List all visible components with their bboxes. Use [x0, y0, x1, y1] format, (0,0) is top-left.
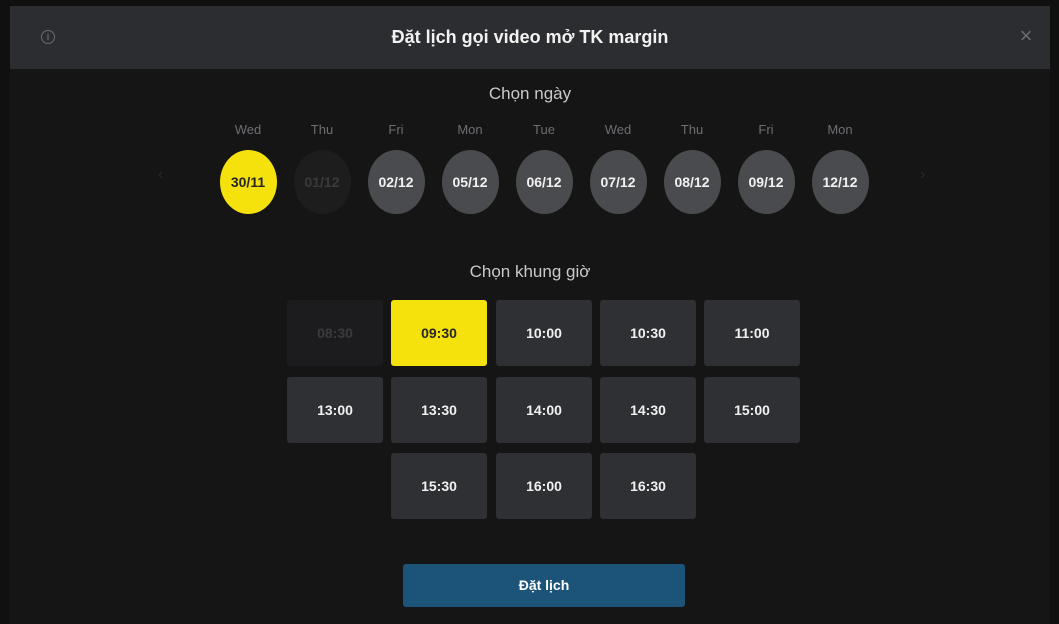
day-date-button[interactable]: 06/12 — [515, 150, 573, 214]
day-item[interactable]: Wed 07/12 — [588, 120, 648, 214]
day-date-button: 01/12 — [293, 150, 351, 214]
day-weekday: Mon — [457, 122, 483, 137]
date-section-title: Chọn ngày — [488, 84, 572, 103]
day-date-button[interactable]: 08/12 — [663, 150, 721, 214]
modal-title: Đặt lịch gọi video mở TK margin — [391, 27, 669, 47]
day-weekday: Thu — [310, 122, 334, 137]
chevron-left-icon[interactable]: ‹ — [158, 166, 163, 184]
time-slot-button: 08:30 — [287, 300, 383, 366]
day-date-button[interactable]: 12/12 — [811, 150, 869, 214]
day-item[interactable]: Mon 05/12 — [440, 120, 500, 214]
day-item[interactable]: Mon 12/12 — [810, 120, 870, 214]
day-weekday: Wed — [234, 122, 262, 137]
time-slot-button[interactable]: 10:00 — [496, 300, 592, 366]
chevron-right-icon[interactable]: › — [920, 166, 925, 184]
time-slot-button[interactable]: 16:00 — [496, 453, 592, 519]
time-slot-button[interactable]: 14:00 — [496, 377, 592, 443]
day-date-button[interactable]: 30/11 — [219, 150, 277, 214]
day-date-button[interactable]: 02/12 — [367, 150, 425, 214]
day-weekday: Mon — [827, 122, 853, 137]
day-item[interactable]: Fri 09/12 — [736, 120, 796, 214]
day-weekday: Fri — [388, 122, 404, 137]
book-appointment-button[interactable]: Đặt lịch — [403, 564, 685, 607]
day-weekday: Wed — [604, 122, 632, 137]
time-section-title: Chọn khung giờ — [469, 262, 591, 281]
day-item[interactable]: Wed 30/11 — [218, 120, 278, 214]
time-slot-button[interactable]: 15:30 — [391, 453, 487, 519]
day-date-button[interactable]: 07/12 — [589, 150, 647, 214]
day-item: Thu 01/12 — [292, 120, 352, 214]
time-slot-button[interactable]: 13:30 — [391, 377, 487, 443]
time-slot-button[interactable]: 11:00 — [704, 300, 800, 366]
day-weekday: Thu — [680, 122, 704, 137]
time-slot-button[interactable]: 16:30 — [600, 453, 696, 519]
day-weekday: Fri — [758, 122, 774, 137]
time-slot-button[interactable]: 13:00 — [287, 377, 383, 443]
time-slot-button[interactable]: 10:30 — [600, 300, 696, 366]
close-icon[interactable]: × — [1016, 25, 1036, 47]
time-slot-button[interactable]: 15:00 — [704, 377, 800, 443]
day-item[interactable]: Thu 08/12 — [662, 120, 722, 214]
time-slot-button[interactable]: 14:30 — [600, 377, 696, 443]
day-date-button[interactable]: 05/12 — [441, 150, 499, 214]
day-weekday: Tue — [533, 122, 555, 137]
modal-header: Đặt lịch gọi video mở TK margin i × — [10, 6, 1050, 69]
schedule-video-call-modal: Đặt lịch gọi video mở TK margin i × Chọn… — [10, 6, 1050, 624]
info-icon[interactable]: i — [41, 30, 55, 44]
time-slot-button[interactable]: 09:30 — [391, 300, 487, 366]
day-date-button[interactable]: 09/12 — [737, 150, 795, 214]
day-item[interactable]: Tue 06/12 — [514, 120, 574, 214]
day-item[interactable]: Fri 02/12 — [366, 120, 426, 214]
